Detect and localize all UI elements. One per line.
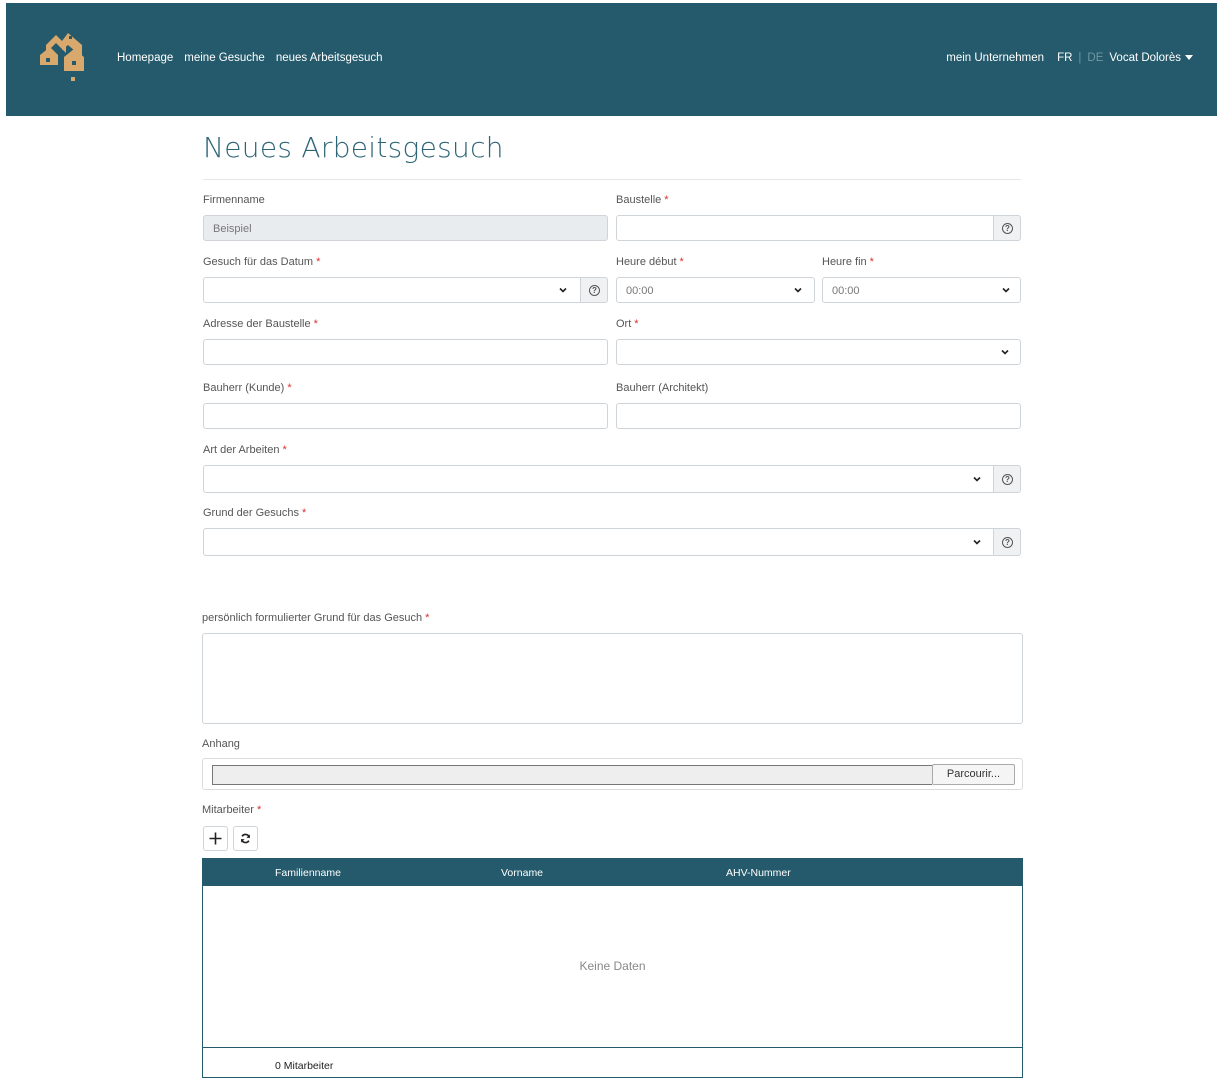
chevron-down-icon xyxy=(973,476,981,482)
column-header-familienname[interactable]: Familienname xyxy=(275,867,341,879)
help-circle-icon: ? xyxy=(1002,223,1013,234)
datum-select[interactable] xyxy=(203,277,581,303)
nav-link-meine-gesuche[interactable]: meine Gesuche xyxy=(184,52,265,64)
baustelle-label: Baustelle * xyxy=(616,194,669,206)
chevron-down-icon xyxy=(794,287,802,293)
table-footer-divider xyxy=(203,1047,1022,1048)
chevron-down-icon xyxy=(1001,349,1009,355)
help-circle-icon: ? xyxy=(589,285,600,296)
art-select[interactable] xyxy=(203,465,994,493)
page-title: Neues Arbeitsgesuch xyxy=(203,131,504,164)
grund-select[interactable] xyxy=(203,528,994,556)
heure-debut-value: 00:00 xyxy=(626,285,654,297)
refresh-mitarbeiter-button[interactable] xyxy=(233,826,258,851)
refresh-icon xyxy=(241,833,250,844)
language-separator: | xyxy=(1078,52,1082,64)
grund-help-button[interactable]: ? xyxy=(993,528,1021,556)
heure-debut-select[interactable]: 00:00 xyxy=(616,277,815,303)
help-circle-icon: ? xyxy=(1002,474,1013,485)
art-label: Art der Arbeiten * xyxy=(203,444,287,456)
language-de: DE xyxy=(1087,52,1104,64)
add-mitarbeiter-button[interactable] xyxy=(203,826,228,851)
main-nav: Homepage meine Gesuche neues Arbeitsgesu… xyxy=(117,52,383,64)
bauherr-kunde-label: Bauherr (Kunde) * xyxy=(203,382,292,394)
top-navbar: Homepage meine Gesuche neues Arbeitsgesu… xyxy=(6,3,1217,116)
browse-button[interactable]: Parcourir... xyxy=(932,764,1015,785)
bauherr-kunde-field[interactable] xyxy=(203,403,608,429)
file-path-input[interactable] xyxy=(212,765,932,785)
grund-text-label: persönlich formulierter Grund für das Ge… xyxy=(202,612,430,624)
grund-text-textarea[interactable] xyxy=(202,633,1023,724)
baustelle-field[interactable] xyxy=(616,215,994,241)
title-divider xyxy=(203,179,1021,180)
baustelle-help-button[interactable]: ? xyxy=(993,215,1021,241)
help-circle-icon: ? xyxy=(1002,537,1013,548)
nav-link-neues-arbeitsgesuch[interactable]: neues Arbeitsgesuch xyxy=(276,52,383,64)
nav-link-homepage[interactable]: Homepage xyxy=(117,52,173,64)
nav-right: mein Unternehmen FR | DE Vocat Dolorès xyxy=(946,52,1193,64)
datum-label: Gesuch für das Datum * xyxy=(203,256,321,268)
art-help-button[interactable]: ? xyxy=(993,465,1021,493)
nav-link-company[interactable]: mein Unternehmen xyxy=(946,52,1044,64)
user-name: Vocat Dolorès xyxy=(1109,52,1181,64)
language-fr[interactable]: FR xyxy=(1057,52,1072,64)
grund-label: Grund der Gesuchs * xyxy=(203,507,307,519)
bauherr-architekt-label: Bauherr (Architekt) xyxy=(616,382,709,394)
plus-icon xyxy=(209,832,222,845)
heure-fin-select[interactable]: 00:00 xyxy=(822,277,1021,303)
heure-debut-label: Heure début * xyxy=(616,256,684,268)
company-logo[interactable] xyxy=(36,31,90,87)
firmenname-field: Beispiel xyxy=(203,215,608,241)
table-footer-count: 0 Mitarbeiter xyxy=(275,1060,334,1072)
datum-help-button[interactable]: ? xyxy=(580,277,608,303)
chevron-down-icon xyxy=(973,539,981,545)
heure-fin-value: 00:00 xyxy=(832,285,860,297)
anhang-label: Anhang xyxy=(202,738,240,750)
bauherr-architekt-field[interactable] xyxy=(616,403,1021,429)
mitarbeiter-table: Familienname Vorname AHV-Nummer Keine Da… xyxy=(202,858,1023,1078)
mitarbeiter-label: Mitarbeiter * xyxy=(202,804,262,816)
user-menu[interactable]: Vocat Dolorès xyxy=(1109,52,1193,64)
file-upload: Parcourir... xyxy=(202,758,1023,790)
adresse-field[interactable] xyxy=(203,339,608,365)
ort-select[interactable] xyxy=(616,339,1021,365)
empty-table-message: Keine Daten xyxy=(579,959,646,973)
heure-fin-label: Heure fin * xyxy=(822,256,874,268)
firmenname-value: Beispiel xyxy=(213,223,252,235)
column-header-ahv-nummer[interactable]: AHV-Nummer xyxy=(726,867,791,879)
chevron-down-icon xyxy=(559,287,567,293)
firmenname-label: Firmenname xyxy=(203,194,265,206)
column-header-vorname[interactable]: Vorname xyxy=(501,867,543,879)
caret-down-icon xyxy=(1185,55,1193,61)
ort-label: Ort * xyxy=(616,318,639,330)
chevron-down-icon xyxy=(1002,287,1010,293)
table-header: Familienname Vorname AHV-Nummer xyxy=(203,859,1022,886)
adresse-label: Adresse der Baustelle * xyxy=(203,318,318,330)
